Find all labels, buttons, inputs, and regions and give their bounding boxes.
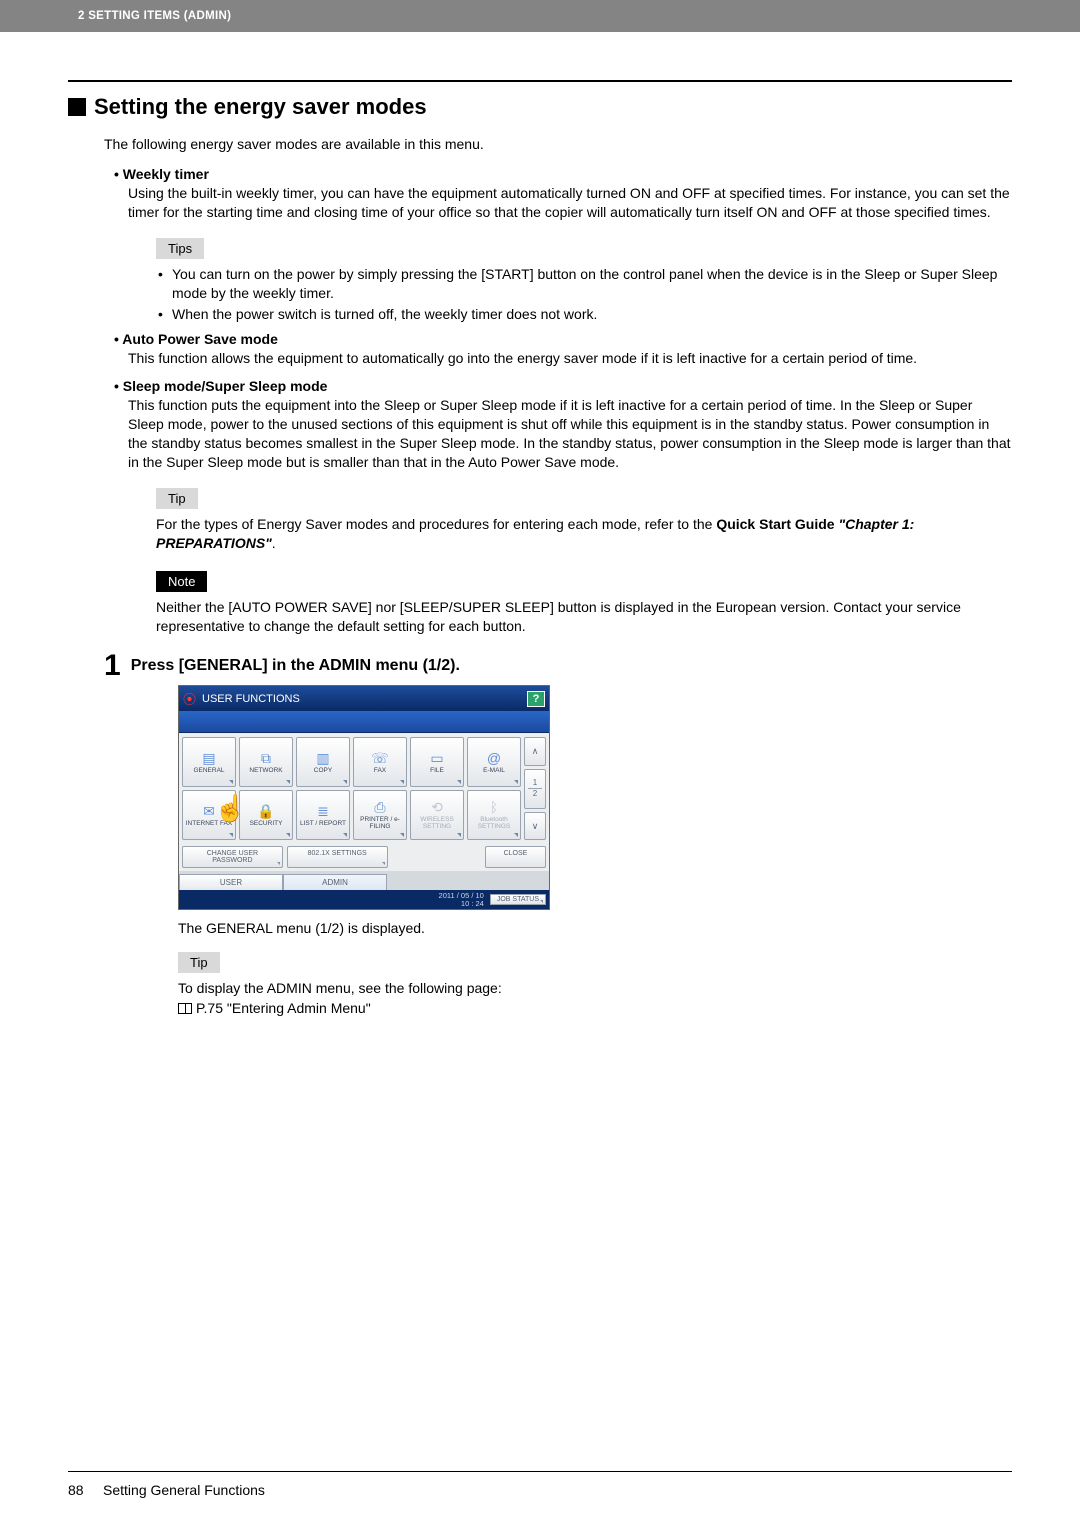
breadcrumb-text: 2 SETTING ITEMS (ADMIN) xyxy=(78,10,231,22)
tile-security[interactable]: 🔒SECURITY xyxy=(239,790,293,840)
tip2-label: Tip xyxy=(178,952,220,973)
page-indicator: 1 2 xyxy=(524,769,546,808)
file-icon: ▭ xyxy=(430,751,443,765)
email-icon: @ xyxy=(487,751,501,765)
tip-ref-bold: Quick Start Guide xyxy=(716,516,834,532)
step-1-result: The GENERAL menu (1/2) is displayed. xyxy=(178,920,1012,936)
copy-icon: ▥ xyxy=(316,751,329,765)
security-icon: 🔒 xyxy=(257,804,274,818)
tip-item-1: You can turn on the power by simply pres… xyxy=(172,265,1012,303)
bullet-weekly-body: Using the built-in weekly timer, you can… xyxy=(128,184,1012,222)
tile-copy[interactable]: ▥COPY xyxy=(296,737,350,787)
tip2-body: To display the ADMIN menu, see the follo… xyxy=(178,979,1012,1018)
tab-user[interactable]: USER xyxy=(179,874,283,890)
tip-body-post: . xyxy=(272,535,276,551)
device-statusbar: 2011 / 05 / 10 10 : 24 JOB STATUS xyxy=(179,890,549,909)
tips-label: Tips xyxy=(156,238,204,259)
tips-list: You can turn on the power by simply pres… xyxy=(172,265,1012,324)
tip2-line2: P.75 "Entering Admin Menu" xyxy=(178,999,1012,1019)
page-down-button[interactable]: ∨ xyxy=(524,812,546,841)
device-toolbar xyxy=(179,711,549,733)
tip-label: Tip xyxy=(156,488,198,509)
page-footer: 88 Setting General Functions xyxy=(68,1471,1012,1498)
pager: ∧ 1 2 ∨ xyxy=(524,737,546,840)
status-time: 10 : 24 xyxy=(439,900,484,908)
device-panel: ⦿ USER FUNCTIONS ? ▤GENERAL ⧉NETWORK ▥CO… xyxy=(178,685,550,910)
bullet-sleep-body: This function puts the equipment into th… xyxy=(128,396,1012,472)
printer-icon: ⎙ xyxy=(374,800,385,814)
note-body: Neither the [AUTO POWER SAVE] nor [SLEEP… xyxy=(156,598,1012,636)
section-bullet-icon xyxy=(68,98,86,116)
tip-item-2: When the power switch is turned off, the… xyxy=(172,305,1012,324)
page-number: 88 xyxy=(68,1482,84,1498)
dot1x-settings-button[interactable]: 802.1X SETTINGS xyxy=(287,846,388,868)
close-button[interactable]: CLOSE xyxy=(485,846,546,868)
change-password-button[interactable]: CHANGE USER PASSWORD xyxy=(182,846,283,868)
help-button[interactable]: ? xyxy=(527,691,545,707)
section-title: Setting the energy saver modes xyxy=(94,94,427,120)
step-title: Press [GENERAL] in the ADMIN menu (1/2). xyxy=(131,657,460,675)
device-tabs: USER ADMIN xyxy=(179,871,549,890)
tile-internet-fax[interactable]: ✉INTERNET FAX xyxy=(182,790,236,840)
tip-body: For the types of Energy Saver modes and … xyxy=(156,515,1012,553)
footer-rule xyxy=(68,1471,1012,1472)
breadcrumb-bar: 2 SETTING ITEMS (ADMIN) xyxy=(0,0,1080,32)
internet-fax-icon: ✉ xyxy=(203,804,215,818)
page-up-button[interactable]: ∧ xyxy=(524,737,546,766)
book-icon xyxy=(178,1003,192,1014)
section-intro: The following energy saver modes are ava… xyxy=(104,136,1012,152)
general-icon: ▤ xyxy=(202,751,215,765)
job-status-button[interactable]: JOB STATUS xyxy=(490,894,546,905)
bullet-sleep-title: Sleep mode/Super Sleep mode xyxy=(128,378,1012,394)
device-screenshot: ⦿ USER FUNCTIONS ? ▤GENERAL ⧉NETWORK ▥CO… xyxy=(178,685,1012,910)
tile-fax[interactable]: ☏FAX xyxy=(353,737,407,787)
tile-network[interactable]: ⧉NETWORK xyxy=(239,737,293,787)
tile-grid: ▤GENERAL ⧉NETWORK ▥COPY ☏FAX ▭FILE @E-MA… xyxy=(182,737,521,840)
device-titlebar: ⦿ USER FUNCTIONS ? xyxy=(179,686,549,711)
tile-printer-efiling[interactable]: ⎙PRINTER / e-FILING xyxy=(353,790,407,840)
step-1-row: 1 Press [GENERAL] in the ADMIN menu (1/2… xyxy=(104,651,1012,681)
list-icon: ≣ xyxy=(317,804,329,818)
device-logo-icon: ⦿ xyxy=(183,689,196,708)
bullet-auto-body: This function allows the equipment to au… xyxy=(128,349,1012,368)
device-title: USER FUNCTIONS xyxy=(202,693,300,705)
footer-title: Setting General Functions xyxy=(103,1482,265,1498)
tip-body-pre: For the types of Energy Saver modes and … xyxy=(156,516,716,532)
bluetooth-icon: ᛒ xyxy=(490,800,498,814)
step-number: 1 xyxy=(104,651,121,681)
device-body: ▤GENERAL ⧉NETWORK ▥COPY ☏FAX ▭FILE @E-MA… xyxy=(179,733,549,843)
section-title-row: Setting the energy saver modes xyxy=(68,94,1012,120)
tile-list-report[interactable]: ≣LIST / REPORT xyxy=(296,790,350,840)
tile-bluetooth[interactable]: ᛒBluetooth SETTINGS xyxy=(467,790,521,840)
note-label: Note xyxy=(156,571,207,592)
wireless-icon: ⟲ xyxy=(431,800,443,814)
tile-wireless[interactable]: ⟲WIRELESS SETTING xyxy=(410,790,464,840)
tile-general[interactable]: ▤GENERAL xyxy=(182,737,236,787)
network-icon: ⧉ xyxy=(261,751,271,765)
tip2-line1: To display the ADMIN menu, see the follo… xyxy=(178,979,1012,999)
fax-icon: ☏ xyxy=(371,751,389,765)
bullet-auto-title: Auto Power Save mode xyxy=(128,331,1012,347)
tile-file[interactable]: ▭FILE xyxy=(410,737,464,787)
section-rule xyxy=(68,80,1012,82)
device-lower-buttons: CHANGE USER PASSWORD 802.1X SETTINGS CLO… xyxy=(179,843,549,871)
bullet-weekly-title: Weekly timer xyxy=(128,166,1012,182)
tab-admin[interactable]: ADMIN xyxy=(283,874,387,890)
tile-email[interactable]: @E-MAIL xyxy=(467,737,521,787)
